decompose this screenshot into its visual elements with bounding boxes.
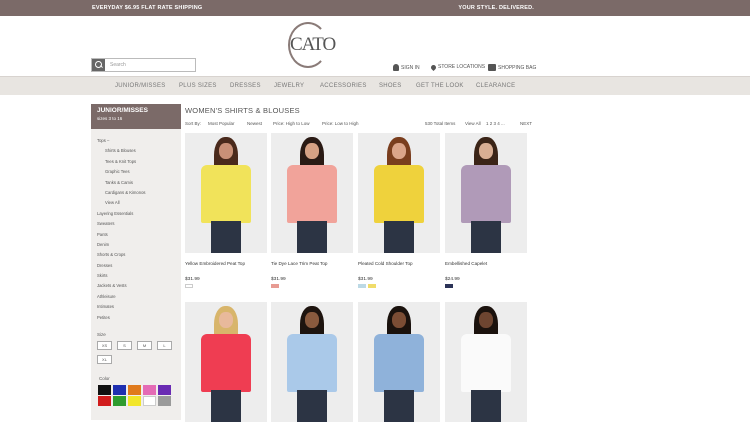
filter-sidebar: JUNIOR/MISSES sizes 3 to 16 Tops – Shirts… [91,104,181,420]
shopping-bag-icon [488,64,496,71]
product-name[interactable]: Pleated Cold Shoulder Top [358,261,413,266]
sidebar-subtitle: sizes 3 to 16 [97,116,123,121]
color-swatch[interactable] [98,385,111,395]
signin-label: SIGN IN [401,64,420,71]
sort-price-high-low[interactable]: Price: High to Low [273,121,310,126]
sidebar-category-item[interactable]: Denim [97,242,146,252]
color-swatch[interactable] [128,385,141,395]
sidebar-category-item[interactable]: Cardigans & Kimonos [97,190,146,200]
product-name[interactable]: Yellow Embroidered Peat Top [185,261,245,266]
nav-jewelry[interactable]: JEWELRY [274,83,304,89]
color-swatch[interactable] [128,396,141,406]
nav-shoes[interactable]: SHOES [379,83,402,89]
sidebar-category-item[interactable]: Skirts [97,273,146,283]
product-price: $31.99 [358,277,373,282]
product-image[interactable] [185,133,267,253]
product-image[interactable] [271,302,353,422]
shopping-bag-link[interactable]: SHOPPING BAG [488,64,536,71]
product-image[interactable] [358,302,440,422]
nav-junior-misses[interactable]: JUNIOR/MISSES [115,83,166,89]
size-xs[interactable]: XS [97,341,112,350]
logo-text: CATO [290,34,336,55]
size-xl[interactable]: XL [97,355,112,364]
sidebar-category-item[interactable]: Graphic Tees [97,169,146,179]
product-color-swatch[interactable] [445,284,453,288]
nav-clearance[interactable]: CLEARANCE [476,83,515,89]
sidebar-category-item[interactable]: Tees & Knit Tops [97,159,146,169]
color-swatch[interactable] [143,396,156,406]
product-name[interactable]: Embellished Capelet [445,261,487,266]
product-price: $31.99 [185,277,200,282]
shopping-bag-label: SHOPPING BAG [498,64,537,71]
product-image[interactable] [271,133,353,253]
search-icon[interactable] [92,59,105,71]
store-locations-label: STORE LOCATIONS [438,64,486,70]
user-icon [393,64,399,71]
product-color-swatch[interactable] [185,284,193,288]
sort-label: Sort By: [185,121,202,126]
product-image[interactable] [358,133,440,253]
sort-most-popular[interactable]: Most Popular [208,121,235,126]
sidebar-category-item[interactable]: Shorts & Crops [97,252,146,262]
store-locations-link[interactable]: STORE LOCATIONS [429,63,486,71]
nav-accessories[interactable]: ACCESSORIES [320,83,367,89]
color-swatch[interactable] [143,385,156,395]
next-link[interactable]: NEXT [520,121,532,126]
product-color-swatch[interactable] [358,284,366,288]
sidebar-category-item[interactable]: Intimates [97,304,146,314]
main-nav: JUNIOR/MISSES PLUS SIZES DRESSES JEWELRY… [0,76,750,95]
nav-dresses[interactable]: DRESSES [230,83,261,89]
sidebar-category-item[interactable]: Tops – [97,138,146,148]
color-label: Color [99,376,110,381]
size-l[interactable]: L [157,341,172,350]
nav-get-the-look[interactable]: GET THE LOOK [416,83,464,89]
color-swatch[interactable] [158,396,171,406]
page-title: WOMEN'S SHIRTS & BLOUSES [185,106,300,115]
location-pin-icon [429,63,438,71]
sidebar-title: JUNIOR/MISSES [97,107,148,114]
sidebar-category-item[interactable]: Jackets & Vests [97,283,146,293]
site-logo[interactable]: CATO [284,22,344,68]
sort-newest[interactable]: Newest [247,121,262,126]
pagination[interactable]: 1 2 3 4 ... [486,121,505,126]
product-name[interactable]: Tie Dye Lace Trim Peat Top [271,261,327,266]
color-swatch[interactable] [113,396,126,406]
view-all-link[interactable]: View All [465,121,481,126]
product-price: $24.99 [445,277,460,282]
sidebar-category-item[interactable]: Shirts & Blouses [97,148,146,158]
color-swatch[interactable] [113,385,126,395]
sidebar-category-item[interactable]: Layering Essentials [97,211,146,221]
color-swatch[interactable] [158,385,171,395]
product-image[interactable] [185,302,267,422]
sidebar-category-item[interactable]: Dresses [97,263,146,273]
signin-link[interactable]: SIGN IN [393,64,420,71]
total-items: 530 Total Items [425,121,456,126]
category-list: Tops – Shirts & Blouses Tees & Knit Tops Gr… [97,138,146,325]
color-swatch[interactable] [98,396,111,406]
product-color-swatch[interactable] [271,284,279,288]
sidebar-category-item[interactable]: Sweaters [97,221,146,231]
product-color-swatch[interactable] [368,284,376,288]
sidebar-category-item[interactable]: Petites [97,315,146,325]
sidebar-category-item[interactable]: View All [97,200,146,210]
product-image[interactable] [445,133,527,253]
product-price: $31.99 [271,277,286,282]
sidebar-category-item[interactable]: Athleisure [97,294,146,304]
sidebar-header: JUNIOR/MISSES sizes 3 to 16 [91,104,181,129]
search-bar[interactable]: Search [91,58,196,72]
sidebar-category-item[interactable]: Tanks & Camis [97,180,146,190]
sort-price-low-high[interactable]: Price: Low to High [322,121,359,126]
product-image[interactable] [445,302,527,422]
size-m[interactable]: M [137,341,152,350]
promo-shipping-text[interactable]: EVERYDAY $6.95 FLAT RATE SHIPPING [92,5,202,11]
nav-plus-sizes[interactable]: PLUS SIZES [179,83,217,89]
size-label: Size [97,332,106,337]
promo-bar: EVERYDAY $6.95 FLAT RATE SHIPPING YOUR S… [0,0,750,16]
promo-tagline-text[interactable]: YOUR STYLE. DELIVERED. [458,5,534,11]
search-input[interactable]: Search [110,62,126,68]
size-s[interactable]: S [117,341,132,350]
sidebar-category-item[interactable]: Pants [97,232,146,242]
